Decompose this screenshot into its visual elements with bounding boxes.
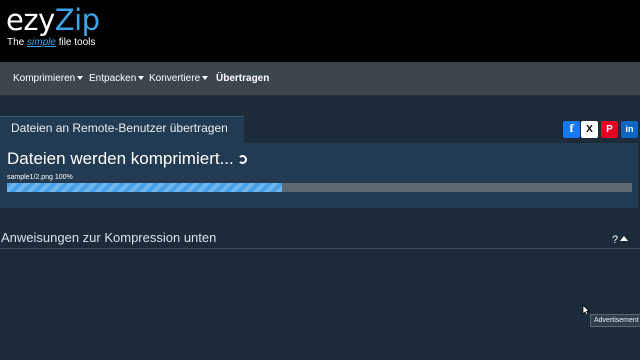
nav-item-entpacken[interactable]: Entpacken [89, 62, 145, 96]
nav-item-konvertiere[interactable]: Konvertiere [149, 62, 209, 96]
logo-wordmark: ezyZip [6, 3, 100, 37]
main-navbar: Komprimieren Entpacken Konvertiere Übert… [0, 62, 640, 96]
logo-tagline: The simple file tools [7, 37, 96, 48]
nav-item-uebertragen[interactable]: Übertragen [216, 62, 269, 96]
caret-down-icon [202, 76, 209, 80]
loading-spinner-icon [237, 155, 247, 164]
progress-bar-fill [7, 183, 282, 192]
facebook-share-icon[interactable]: f [563, 121, 580, 138]
caret-up-icon [620, 236, 629, 241]
panel-tab-label: Dateien an Remote-Benutzer übertragen [11, 121, 228, 135]
x-share-icon[interactable]: X [581, 121, 598, 138]
mouse-cursor-icon [582, 304, 590, 316]
linkedin-share-icon[interactable]: in [621, 121, 638, 138]
caret-down-icon [77, 76, 84, 80]
instructions-toggle[interactable]: ? [612, 234, 629, 246]
instructions-heading: Anweisungen zur Kompression unten [1, 230, 217, 245]
file-progress-label: sample1/2.png 100% [7, 174, 73, 181]
site-header: ezyZip The simple file tools [0, 0, 640, 62]
logo[interactable]: ezyZip The simple file tools [6, 4, 100, 49]
advertisement-label: Advertisement [590, 314, 640, 327]
progress-bar [7, 183, 632, 192]
panel-tab: Dateien an Remote-Benutzer übertragen [0, 116, 244, 143]
section-divider [0, 248, 640, 249]
caret-down-icon [138, 76, 145, 80]
compression-status-title: Dateien werden komprimiert... [7, 149, 247, 169]
pinterest-share-icon[interactable]: P [601, 121, 618, 138]
nav-item-komprimieren[interactable]: Komprimieren [13, 62, 84, 96]
